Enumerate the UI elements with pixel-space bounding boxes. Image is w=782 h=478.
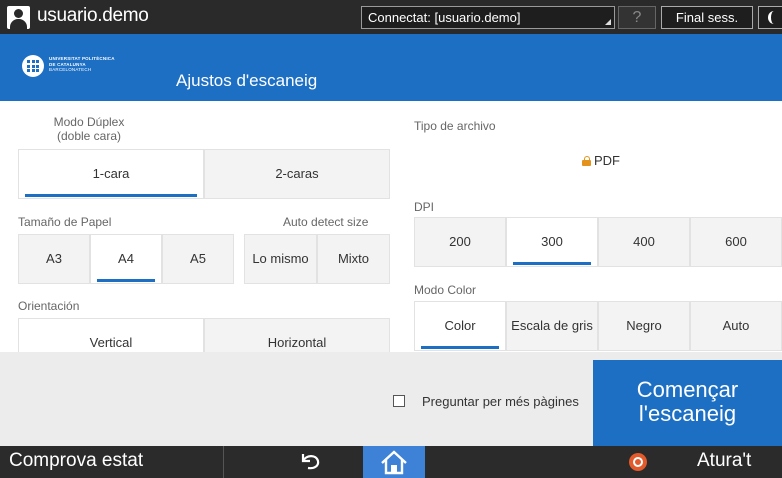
moon-icon xyxy=(768,11,780,24)
paper-size-a4[interactable]: A4 xyxy=(90,234,162,284)
dpi-label: DPI xyxy=(414,200,435,214)
dpi-option-400[interactable]: 400 xyxy=(598,217,690,267)
dpi-option-600[interactable]: 600 xyxy=(690,217,782,267)
expand-corner-icon xyxy=(605,19,611,25)
page-title: Ajustos d'escaneig xyxy=(176,71,318,90)
orientation-horizontal[interactable]: Horizontal xyxy=(204,318,390,352)
color-mode-grayscale[interactable]: Escala de gris xyxy=(506,301,598,351)
connection-status-text: Connectat: [usuario.demo] xyxy=(368,10,521,25)
orientation-label: Orientación xyxy=(18,299,80,313)
connection-status[interactable]: Connectat: [usuario.demo] xyxy=(361,6,615,29)
dpi-option-200[interactable]: 200 xyxy=(414,217,506,267)
paper-size-a5[interactable]: A5 xyxy=(162,234,234,284)
home-icon xyxy=(381,450,407,475)
color-mode-label: Modo Color xyxy=(414,283,477,297)
ask-more-pages-label[interactable]: Preguntar per més pàgines xyxy=(422,394,579,409)
stop-icon[interactable] xyxy=(629,453,647,471)
system-top-bar: usuario.demo Connectat: [usuario.demo] ?… xyxy=(0,0,782,34)
check-status-button[interactable]: Comprova estat xyxy=(9,450,143,472)
ask-more-pages-checkbox[interactable] xyxy=(393,395,405,407)
color-mode-color[interactable]: Color xyxy=(414,301,506,351)
paper-size-a3[interactable]: A3 xyxy=(18,234,90,284)
back-arrow-icon xyxy=(301,454,320,470)
upc-logo-icon xyxy=(22,55,44,77)
upc-logo-text: UNIVERSITAT POLITÈCNICA DE CATALUNYA BAR… xyxy=(49,56,115,72)
user-icon xyxy=(7,6,30,29)
paper-size-label: Tamaño de Papel xyxy=(18,215,112,229)
back-button[interactable] xyxy=(298,449,322,473)
file-type-text: PDF xyxy=(594,153,620,168)
system-bottom-bar: Comprova estat Atura't xyxy=(0,446,782,478)
stop-button[interactable]: Atura't xyxy=(697,450,751,472)
help-button[interactable]: ? xyxy=(618,6,656,29)
auto-size-same[interactable]: Lo mismo xyxy=(244,234,317,284)
action-row: Preguntar per més pàgines Començar l'esc… xyxy=(0,352,782,446)
duplex-option-1-cara[interactable]: 1-cara xyxy=(18,149,204,199)
home-button[interactable] xyxy=(363,446,425,478)
lock-icon xyxy=(582,156,591,166)
duplex-label: Modo Dúplex (doble cara) xyxy=(53,115,125,143)
end-session-button[interactable]: Final sess. xyxy=(661,6,753,29)
divider xyxy=(223,446,224,478)
file-type-value[interactable]: PDF xyxy=(582,153,620,168)
logged-user-name: usuario.demo xyxy=(37,5,149,26)
color-mode-black[interactable]: Negro xyxy=(598,301,690,351)
auto-detect-label: Auto detect size xyxy=(283,215,369,229)
dpi-option-300[interactable]: 300 xyxy=(506,217,598,267)
color-mode-auto[interactable]: Auto xyxy=(690,301,782,351)
energy-saver-button[interactable] xyxy=(758,6,782,29)
auto-size-mixed[interactable]: Mixto xyxy=(317,234,390,284)
scan-settings-panel: Modo Dúplex (doble cara) 1-cara 2-caras … xyxy=(0,101,782,352)
app-header: UNIVERSITAT POLITÈCNICA DE CATALUNYA BAR… xyxy=(0,34,782,101)
duplex-option-2-caras[interactable]: 2-caras xyxy=(204,149,390,199)
orientation-vertical[interactable]: Vertical xyxy=(18,318,204,352)
start-scan-button[interactable]: Començar l'escaneig xyxy=(593,360,782,446)
file-type-label: Tipo de archivo xyxy=(414,119,496,133)
